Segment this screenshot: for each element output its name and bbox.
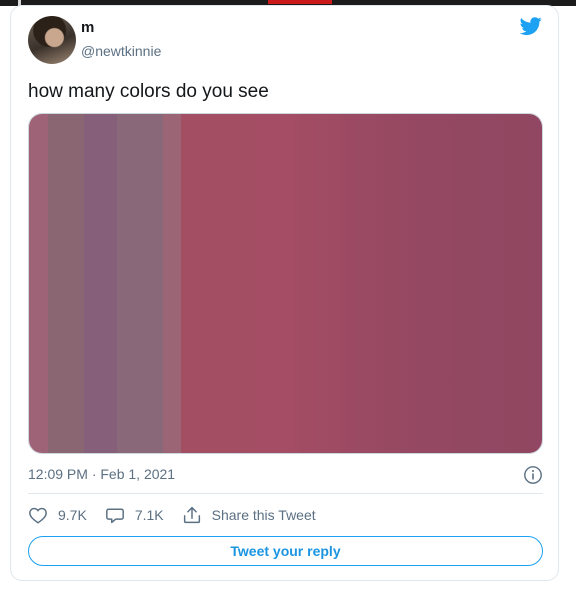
tweet-actions: 9.7K 7.1K Share this Tweet: [28, 504, 334, 526]
heart-icon: [29, 507, 47, 524]
tweet-card: m @newtkinnie how many colors do you see…: [10, 5, 559, 581]
share-action[interactable]: Share this Tweet: [182, 506, 316, 524]
color-stripes-image: [29, 114, 542, 453]
like-count: 9.7K: [58, 507, 87, 523]
avatar[interactable]: [28, 16, 76, 64]
twitter-bird-icon[interactable]: [518, 15, 544, 37]
speech-bubble-icon: [105, 508, 124, 524]
reply-count: 7.1K: [134, 507, 164, 523]
author-name[interactable]: m: [81, 19, 95, 36]
divider: [28, 493, 543, 494]
like-action[interactable]: 9.7K: [28, 506, 87, 524]
top-strip-red-bar: [268, 0, 332, 4]
tweet-text: how many colors do you see: [28, 81, 269, 102]
author-handle[interactable]: @newtkinnie: [81, 43, 161, 59]
share-label: Share this Tweet: [211, 507, 316, 523]
tweet-image[interactable]: [28, 113, 543, 454]
tweet-reply-button[interactable]: Tweet your reply: [28, 536, 543, 566]
info-icon[interactable]: [523, 465, 543, 485]
tweet-timestamp[interactable]: 12:09 PM · Feb 1, 2021: [28, 466, 175, 482]
share-upload-icon: [183, 506, 200, 524]
reply-action[interactable]: 7.1K: [105, 506, 164, 524]
